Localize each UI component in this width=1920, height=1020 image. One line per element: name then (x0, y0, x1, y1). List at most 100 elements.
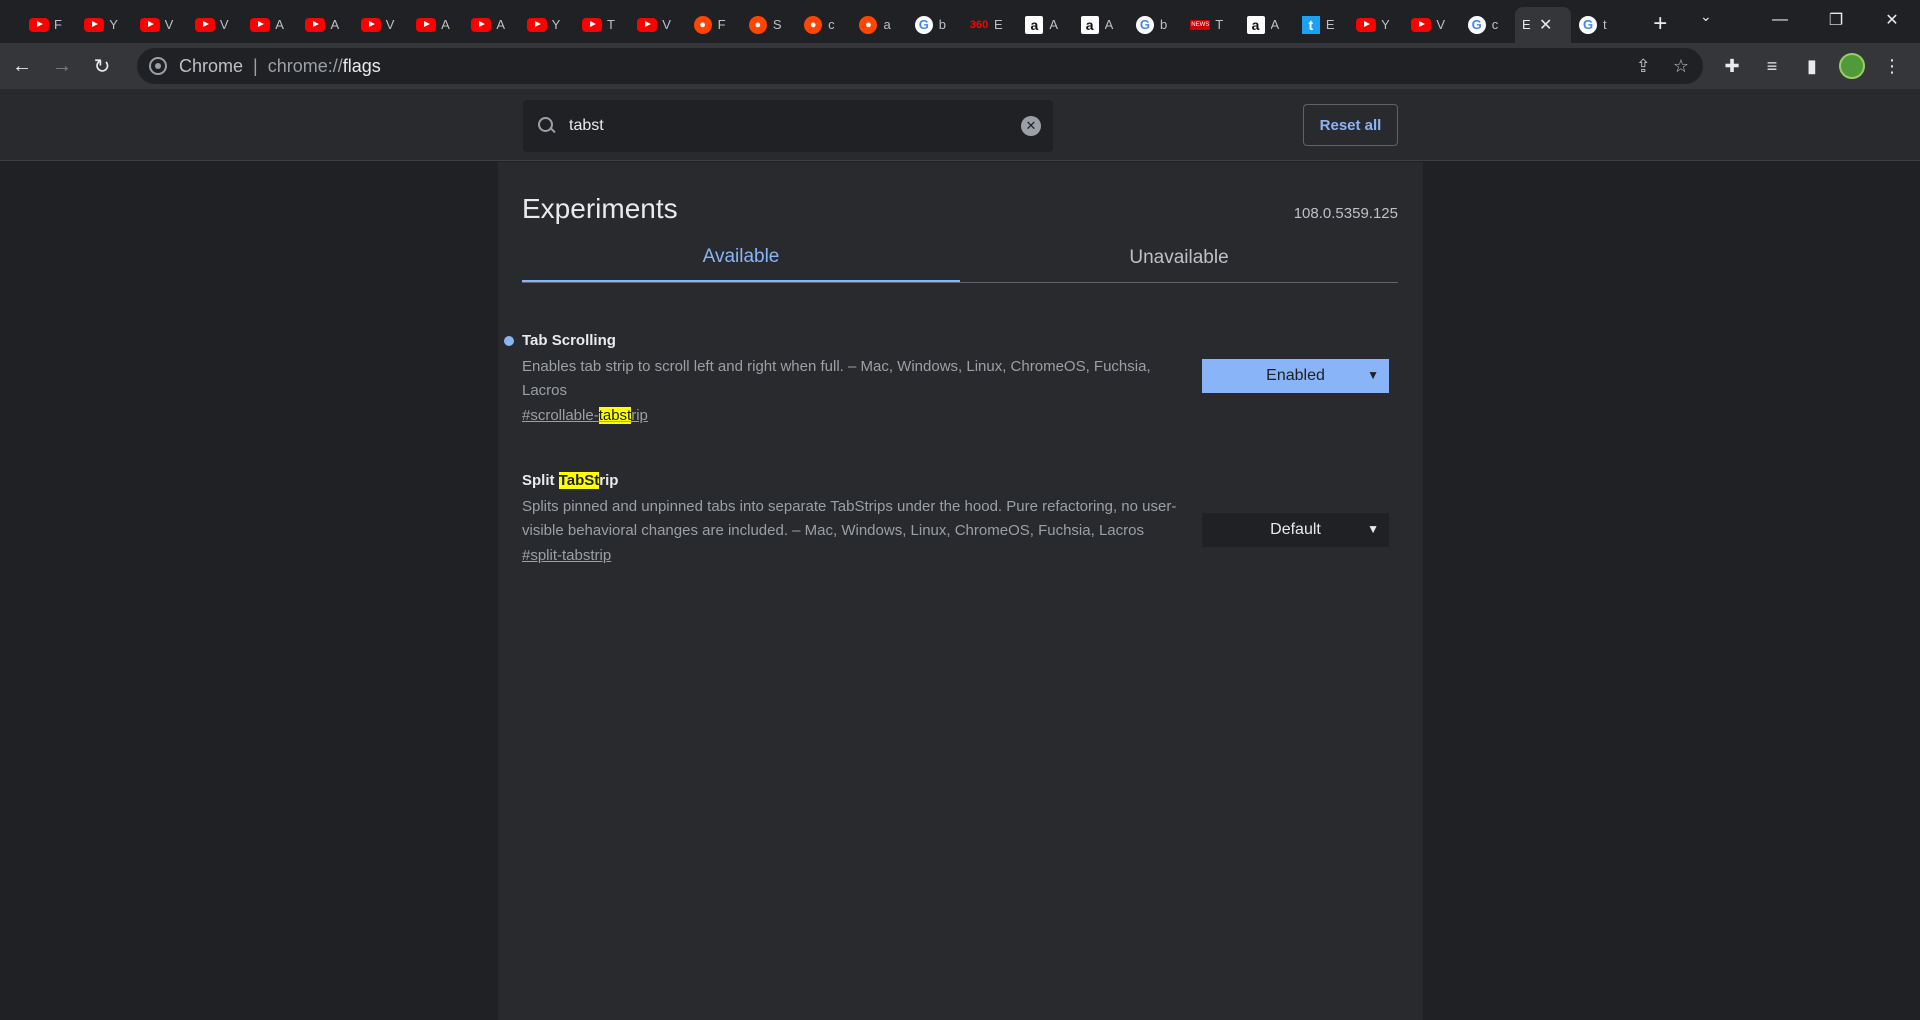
browser-tab[interactable]: aA (1017, 7, 1072, 43)
browser-tab[interactable]: ● c (796, 7, 851, 43)
tab-title: Y (1381, 17, 1390, 32)
browser-tab[interactable]: T (575, 7, 630, 43)
browser-tab[interactable]: Gb (907, 7, 962, 43)
flag-name: Split TabStrip (522, 472, 1398, 489)
youtube-icon (360, 15, 381, 35)
tab-title: A (275, 17, 284, 32)
search-highlight: TabSt (558, 472, 600, 489)
back-button[interactable]: ← (4, 48, 40, 84)
browser-tab[interactable]: V (630, 7, 685, 43)
flag-permalink[interactable]: #split-tabstrip (522, 547, 611, 564)
reddit-icon: ● (693, 15, 713, 35)
youtube-icon (581, 15, 602, 35)
flag-permalink[interactable]: #scrollable-tabstrip (522, 407, 648, 424)
search-input[interactable] (569, 117, 989, 135)
flag-name-row: Tab Scrolling (504, 332, 1398, 349)
flag-link-suffix: rip (631, 407, 648, 424)
browser-tab[interactable]: aA (1073, 7, 1128, 43)
reddit-icon: ● (803, 15, 823, 35)
tab-title: F (54, 17, 62, 32)
reset-all-button[interactable]: Reset all (1303, 104, 1398, 146)
tab-search-chevron-icon[interactable]: ⌄ (1700, 8, 1712, 25)
youtube-icon (1411, 15, 1432, 35)
browser-tab[interactable]: aA (1239, 7, 1294, 43)
youtube-icon (416, 15, 437, 35)
browser-tab[interactable]: Y (1349, 7, 1404, 43)
browser-tab[interactable]: A (243, 7, 298, 43)
browser-tab[interactable]: Y (520, 7, 575, 43)
omnibox[interactable]: Chrome | chrome://flags ⇪ ☆ (137, 48, 1703, 84)
tab-title: V (385, 17, 395, 32)
close-window-button[interactable]: ✕ (1864, 10, 1920, 30)
flags-page: ✕ Reset all Experiments 108.0.5359.125 A… (0, 89, 1920, 1020)
tab-title: A (1049, 17, 1059, 32)
flag-state-select[interactable]: Enabled ▼ (1202, 359, 1389, 393)
side-panel-icon[interactable]: ▮ (1796, 48, 1828, 84)
google-icon: G (914, 15, 934, 35)
browser-tab[interactable]: V (188, 7, 243, 43)
restore-button[interactable]: ❐ (1808, 10, 1864, 30)
youtube-icon (471, 15, 492, 35)
youtube-icon (305, 15, 326, 35)
tab-title: A (1270, 17, 1280, 32)
amazon-icon: a (1246, 15, 1266, 35)
youtube-icon (1356, 15, 1377, 35)
tab-title: c (828, 17, 835, 32)
forward-button[interactable]: → (44, 48, 80, 84)
tab-title: T (1215, 17, 1224, 32)
browser-tab[interactable]: V (133, 7, 188, 43)
browser-tab[interactable]: V (1404, 7, 1459, 43)
extensions-puzzle-icon[interactable]: ✚ (1716, 48, 1748, 84)
tab-strip: F Y V V A A V A A Y T V ● F ● S ● c ● a Gb 360 Ea Aa A Gb NEWS Ta At… (0, 0, 1920, 43)
browser-tab[interactable]: ● F (686, 7, 741, 43)
reload-button[interactable]: ↻ (84, 48, 120, 84)
browser-tab[interactable]: A (298, 7, 353, 43)
reddit-icon: ● (858, 15, 878, 35)
tab-title: V (164, 17, 174, 32)
google-icon: G (1578, 15, 1598, 35)
select-value: Enabled (1266, 367, 1325, 384)
availability-tabs: Available Unavailable (522, 234, 1398, 283)
browser-tab[interactable]: Gb (1128, 7, 1183, 43)
clear-search-icon[interactable]: ✕ (1021, 116, 1041, 136)
new-tab-button[interactable]: + (1642, 6, 1678, 42)
tab-title: b (938, 17, 946, 32)
flag-state-select[interactable]: Default ▼ (1202, 513, 1389, 547)
browser-tab[interactable]: ● a (851, 7, 906, 43)
share-icon[interactable]: ⇪ (1636, 56, 1651, 77)
google-icon: G (1467, 15, 1487, 35)
browser-tab[interactable]: F (22, 7, 77, 43)
flag-entry-split-tabstrip: Split TabStrip Splits pinned and unpinne… (522, 472, 1398, 565)
browser-tab[interactable]: A (409, 7, 464, 43)
tab-title: E (1522, 17, 1531, 32)
tab-title: A (496, 17, 506, 32)
more-menu-icon[interactable]: ⋮ (1876, 48, 1908, 84)
search-highlight: tabst (598, 407, 632, 424)
flag-name: Tab Scrolling (522, 332, 616, 349)
browser-tab[interactable]: Gt (1571, 7, 1626, 43)
media-controls-icon[interactable]: ≡ (1756, 48, 1788, 84)
tab-available[interactable]: Available (522, 234, 960, 282)
tab-title: c (1491, 17, 1499, 32)
flag-name-prefix: Split (522, 472, 559, 489)
browser-tab[interactable]: Y (77, 7, 132, 43)
browser-tab[interactable]: 360 E (962, 7, 1017, 43)
window-controls: — ❐ ✕ (1752, 0, 1920, 40)
google-icon: G (1135, 15, 1155, 35)
browser-tab[interactable]: V (354, 7, 409, 43)
browser-tab[interactable]: NEWS T (1183, 7, 1238, 43)
browser-tab[interactable]: A (464, 7, 519, 43)
browser-tab[interactable]: Gc (1460, 7, 1515, 43)
flag-description: Enables tab strip to scroll left and rig… (522, 358, 1151, 399)
tumblr-icon: t (1301, 15, 1321, 35)
minimize-button[interactable]: — (1752, 11, 1808, 29)
bookmark-star-icon[interactable]: ☆ (1673, 56, 1689, 77)
chevron-down-icon: ▼ (1367, 522, 1379, 536)
profile-avatar-button[interactable] (1836, 48, 1868, 84)
browser-tab[interactable]: E ✕ (1515, 6, 1572, 43)
url-scheme: chrome:// (267, 55, 343, 76)
close-tab-icon[interactable]: ✕ (1539, 15, 1552, 35)
browser-tab[interactable]: ● S (741, 7, 796, 43)
browser-tab[interactable]: tE (1294, 7, 1349, 43)
tab-unavailable[interactable]: Unavailable (960, 234, 1398, 282)
